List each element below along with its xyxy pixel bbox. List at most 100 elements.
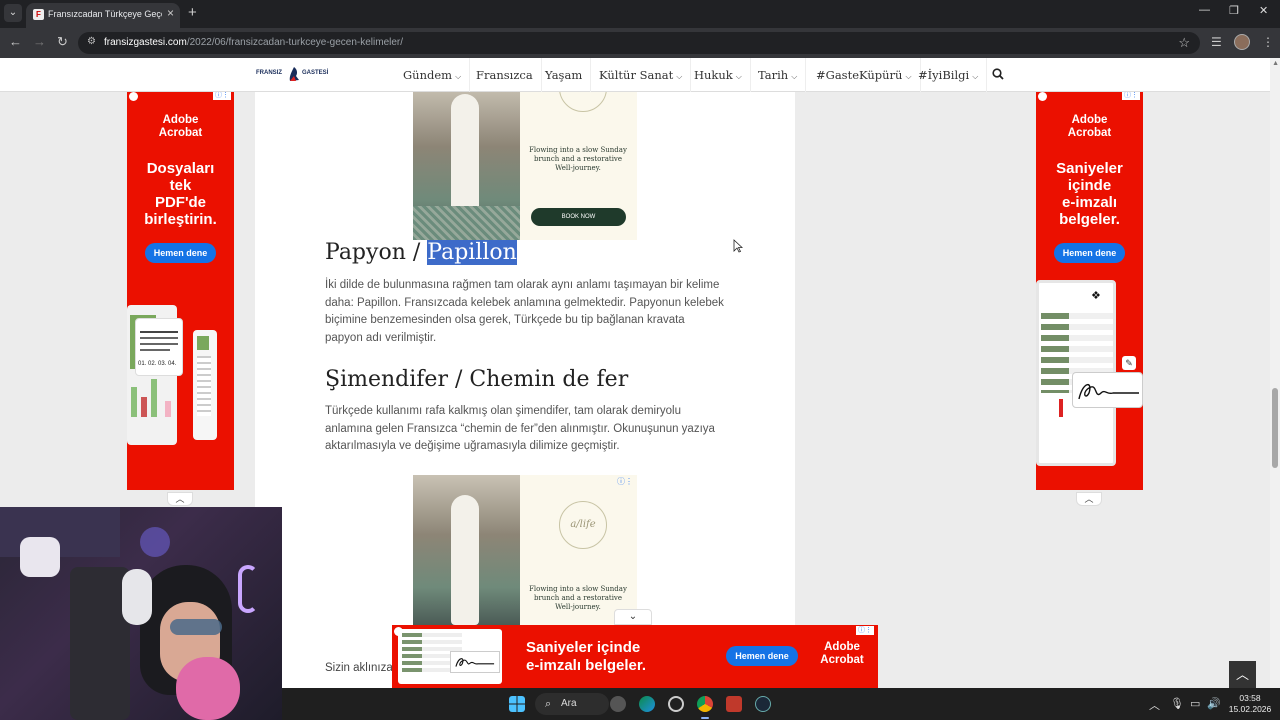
minimize-icon[interactable]: — — [1199, 4, 1210, 16]
page-scrollbar[interactable]: ▲ — [1270, 58, 1280, 688]
app-icon[interactable] — [668, 696, 684, 712]
back-icon[interactable]: ← — [9, 34, 22, 49]
nav-item-label: #İyiBilgi — [918, 68, 970, 82]
network-icon[interactable]: ▭ — [1190, 697, 1200, 710]
windows-start-icon[interactable] — [509, 696, 525, 712]
microphone-icon[interactable]: 🎙 — [1170, 697, 1184, 710]
back-to-top-button[interactable]: ︿ — [1229, 661, 1256, 688]
nav-item-label: Kültür Sanat — [599, 68, 674, 82]
restore-icon[interactable]: ❐ — [1229, 4, 1239, 17]
nav-item-7[interactable]: #İyiBilgi ⌵ — [910, 58, 988, 92]
site-logo[interactable]: FRANSIZ GASTESİ — [256, 66, 328, 84]
ad-photo — [413, 475, 520, 625]
taskbar-clock[interactable]: 03:58 15.02.2026 — [1228, 693, 1272, 715]
ad-brand: Adobe Acrobat — [1067, 114, 1112, 139]
nav-item-label: Yaşam — [545, 68, 583, 82]
bottom-ad-collapse-button[interactable]: ⌄ — [614, 609, 652, 625]
section-heading-papyon: Papyon / Papillon — [325, 240, 517, 265]
forward-icon[interactable]: → — [33, 34, 46, 49]
ad-cta-button[interactable]: Hemen dene — [1054, 243, 1125, 263]
ad-headline: Saniyeler içinde e-imzalı belgeler. — [526, 639, 647, 674]
signature-tool-icon: ✎ — [1122, 356, 1136, 370]
nav-item-4[interactable]: Hukuk ⌵ — [686, 58, 751, 92]
site-favicon-icon: F — [33, 9, 44, 20]
ad-cta-button[interactable]: Hemen dene — [145, 243, 216, 263]
tab-title: Fransızcadan Türkçeye Geçen K — [48, 9, 162, 19]
nav-item-2[interactable]: Yaşam — [537, 58, 592, 92]
task-view-icon[interactable] — [610, 696, 626, 712]
ad-book-now-button[interactable]: BOOK NOW — [531, 208, 626, 226]
ad-document-image — [193, 330, 217, 440]
ad-headline: Dosyaları tek PDF'de birleştirin. — [144, 160, 217, 228]
ad-monogram: a/life — [559, 501, 607, 549]
tab-search-icon[interactable]: ⌄ — [4, 4, 22, 22]
ad-copy: Flowing into a slow Sunday brunch and a … — [529, 585, 627, 611]
steam-icon[interactable] — [755, 696, 771, 712]
ad-logo-icon — [1038, 92, 1047, 101]
ad-copy: Flowing into a slow Sunday brunch and a … — [529, 146, 627, 172]
pink-plush — [176, 657, 240, 720]
taskbar-search[interactable]: ⌕ Ara — [535, 693, 609, 715]
nav-item-6[interactable]: #GasteKüpürü ⌵ — [808, 58, 921, 92]
browser-tab-active[interactable]: F Fransızcadan Türkçeye Geçen K × — [26, 3, 180, 28]
ad-choices-icon[interactable]: ⓘ⋮ — [617, 476, 633, 487]
video-app-icon[interactable] — [726, 696, 742, 712]
scroll-up-icon[interactable]: ▲ — [1272, 60, 1279, 67]
section-heading-simendifer: Şimendifer / Chemin de fer — [325, 367, 629, 392]
url-text[interactable]: fransizgastesi.com/2022/06/fransizcadan-… — [104, 37, 403, 48]
headset — [122, 569, 152, 625]
reading-list-icon[interactable]: ☰ — [1211, 35, 1222, 49]
mouse-cursor-icon — [733, 239, 743, 253]
ad-choices-icon[interactable]: ⓘ⋮ — [1122, 91, 1140, 100]
windows-taskbar: ⌕ Ara ︿ 🎙 ▭ 🔊 03:58 15.02.2026 — [282, 688, 1280, 720]
site-navbar: FRANSIZ GASTESİ Gündem ⌵ Fransızca Yaşam Kül… — [0, 58, 1270, 92]
bookmark-star-icon[interactable]: ☆ — [1178, 35, 1190, 51]
nav-item-label: #GasteKüpürü — [816, 68, 903, 82]
ad-brand: Adobe Acrobat — [158, 114, 203, 139]
nav-item-3[interactable]: Kültür Sanat ⌵ — [591, 58, 692, 92]
right-sidebar-ad[interactable]: ⓘ⋮ Adobe Acrobat Saniyeler içinde e-imza… — [1036, 90, 1143, 490]
browser-tab-strip: ⌄ F Fransızcadan Türkçeye Geçen K × + — … — [0, 0, 1280, 28]
ad-document-image: 01. 02. 03. 04. — [135, 318, 183, 376]
ad-brand: Adobe Acrobat — [820, 641, 864, 666]
chrome-icon[interactable] — [697, 696, 713, 712]
close-window-icon[interactable]: ✕ — [1259, 4, 1268, 17]
signature-image — [1072, 372, 1143, 408]
reload-icon[interactable]: ↻ — [57, 34, 68, 50]
selected-text[interactable]: Papillon — [427, 240, 517, 265]
ad-cta-button[interactable]: Hemen dene — [726, 646, 798, 666]
left-sidebar-ad[interactable]: ⓘ⋮ Adobe Acrobat Dosyaları tek PDF'de bi… — [127, 90, 234, 490]
site-info-icon[interactable]: ⚙ — [87, 36, 96, 47]
volume-icon[interactable]: 🔊 — [1207, 697, 1221, 710]
nav-item-1[interactable]: Fransızca — [468, 58, 542, 92]
ad-photo — [413, 84, 520, 240]
nav-item-label: Gündem — [403, 68, 453, 82]
edge-icon[interactable] — [639, 696, 655, 712]
browser-toolbar: ← → ↻ ⚙ fransizgastesi.com/2022/06/frans… — [0, 28, 1280, 58]
section-body-papyon: İki dilde de bulunmasına rağmen tam olar… — [325, 279, 724, 344]
article-ad-top[interactable]: a/life Flowing into a slow Sunday brunch… — [413, 84, 637, 240]
search-icon: ⌕ — [545, 698, 552, 710]
search-icon[interactable] — [992, 68, 1004, 80]
scrollbar-thumb[interactable] — [1272, 388, 1278, 468]
right-ad-collapse-button[interactable]: ︿ — [1076, 492, 1102, 506]
profile-avatar[interactable] — [1234, 34, 1250, 50]
nav-item-0[interactable]: Gündem ⌵ — [395, 58, 471, 92]
chevron-down-icon: ⌵ — [735, 72, 742, 81]
article-trailing-text: Sizin aklınıza — [325, 662, 393, 674]
address-bar[interactable]: ⚙ fransizgastesi.com/2022/06/fransizcada… — [78, 32, 1200, 54]
new-tab-icon[interactable]: + — [188, 4, 197, 21]
gaming-chair — [70, 567, 130, 720]
ad-choices-icon[interactable]: ⓘ⋮ — [856, 626, 874, 635]
bottom-banner-ad[interactable]: ⓘ⋮ Saniyeler içinde e-imzalı belgeler. H… — [392, 625, 878, 688]
tab-close-icon[interactable]: × — [167, 6, 174, 20]
nav-item-5[interactable]: Tarih ⌵ — [750, 58, 807, 92]
ad-choices-icon[interactable]: ⓘ⋮ — [213, 91, 231, 100]
tray-overflow-icon[interactable]: ︿ — [1149, 697, 1160, 713]
chevron-down-icon: ⌵ — [676, 72, 683, 81]
article-ad-bottom[interactable]: ⓘ⋮ a/life Flowing into a slow Sunday bru… — [413, 475, 637, 625]
rooster-logo-icon — [289, 67, 299, 81]
browser-menu-icon[interactable]: ⋮ — [1262, 35, 1274, 49]
nav-item-label: Tarih — [758, 68, 789, 82]
left-ad-collapse-button[interactable]: ︿ — [167, 492, 193, 506]
